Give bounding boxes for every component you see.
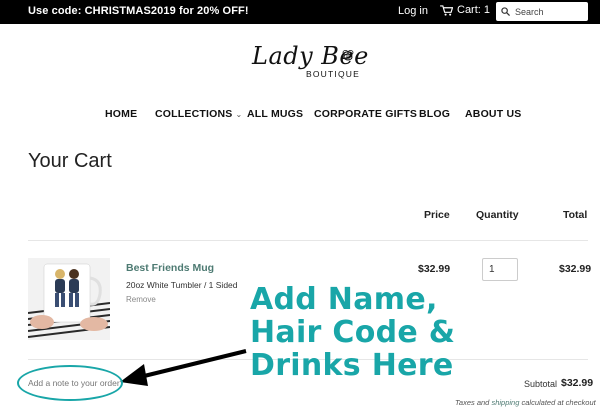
callout-line-1: Add Name, (250, 282, 438, 317)
quantity-input[interactable] (482, 258, 518, 281)
column-header-quantity: Quantity (476, 209, 519, 221)
bee-icon (342, 50, 354, 61)
search-box[interactable] (496, 2, 588, 21)
nav-item-collections[interactable]: COLLECTIONS ⌄ (155, 108, 242, 120)
column-header-total: Total (563, 209, 588, 221)
product-variant: 20oz White Tumbler / 1 Sided (126, 280, 238, 290)
store-logo[interactable]: Lady Bee BOUTIQUE (250, 42, 370, 90)
subtotal-label: Subtotal (524, 379, 558, 389)
nav-item-about-us[interactable]: ABOUT US (465, 108, 521, 120)
callout-line-2: Hair Code & (250, 315, 456, 350)
cart-link[interactable]: Cart: 1 (440, 4, 490, 16)
taxes-note: Taxes and shipping calculated at checkou… (455, 398, 596, 407)
page-title: Your Cart (28, 150, 112, 172)
search-input[interactable] (515, 6, 585, 17)
nav-item-collections-label: COLLECTIONS (155, 108, 233, 120)
instruction-callout: Add Name, Hair Code & Drinks Here (250, 283, 455, 382)
arrow-annotation (120, 349, 247, 386)
remove-item-link[interactable]: Remove (126, 295, 156, 304)
main-nav: HOME COLLECTIONS ⌄ ALL MUGS CORPORATE GIF… (0, 108, 600, 122)
header-divider (28, 240, 588, 241)
nav-item-all-mugs[interactable]: ALL MUGS (247, 108, 303, 120)
login-link[interactable]: Log in (398, 5, 428, 17)
shipping-link[interactable]: shipping (491, 398, 519, 407)
item-price: $32.99 (418, 263, 451, 275)
search-icon (501, 7, 510, 16)
column-header-price: Price (424, 209, 450, 221)
announcement-bar: Use code: CHRISTMAS2019 for 20% OFF! Log… (0, 0, 600, 24)
logo-subtext: BOUTIQUE (306, 69, 360, 79)
product-image (28, 258, 110, 340)
cart-icon (440, 4, 453, 16)
taxes-prefix: Taxes and (455, 398, 490, 407)
promo-text: Use code: CHRISTMAS2019 for 20% OFF! (28, 5, 249, 17)
taxes-suffix: calculated at checkout (521, 398, 596, 407)
nav-item-blog[interactable]: BLOG (419, 108, 450, 120)
item-total: $32.99 (559, 263, 592, 275)
callout-line-3: Drinks Here (250, 348, 454, 383)
order-note-field[interactable]: Add a note to your order (28, 378, 120, 388)
chevron-down-icon: ⌄ (235, 110, 243, 119)
nav-item-home[interactable]: HOME (105, 108, 137, 120)
product-name-link[interactable]: Best Friends Mug (126, 262, 214, 274)
nav-item-corporate-gifts[interactable]: CORPORATE GIFTS (314, 108, 417, 120)
cart-label: Cart: 1 (457, 4, 491, 16)
subtotal-value: $32.99 (561, 377, 594, 389)
product-thumbnail[interactable] (28, 258, 110, 340)
